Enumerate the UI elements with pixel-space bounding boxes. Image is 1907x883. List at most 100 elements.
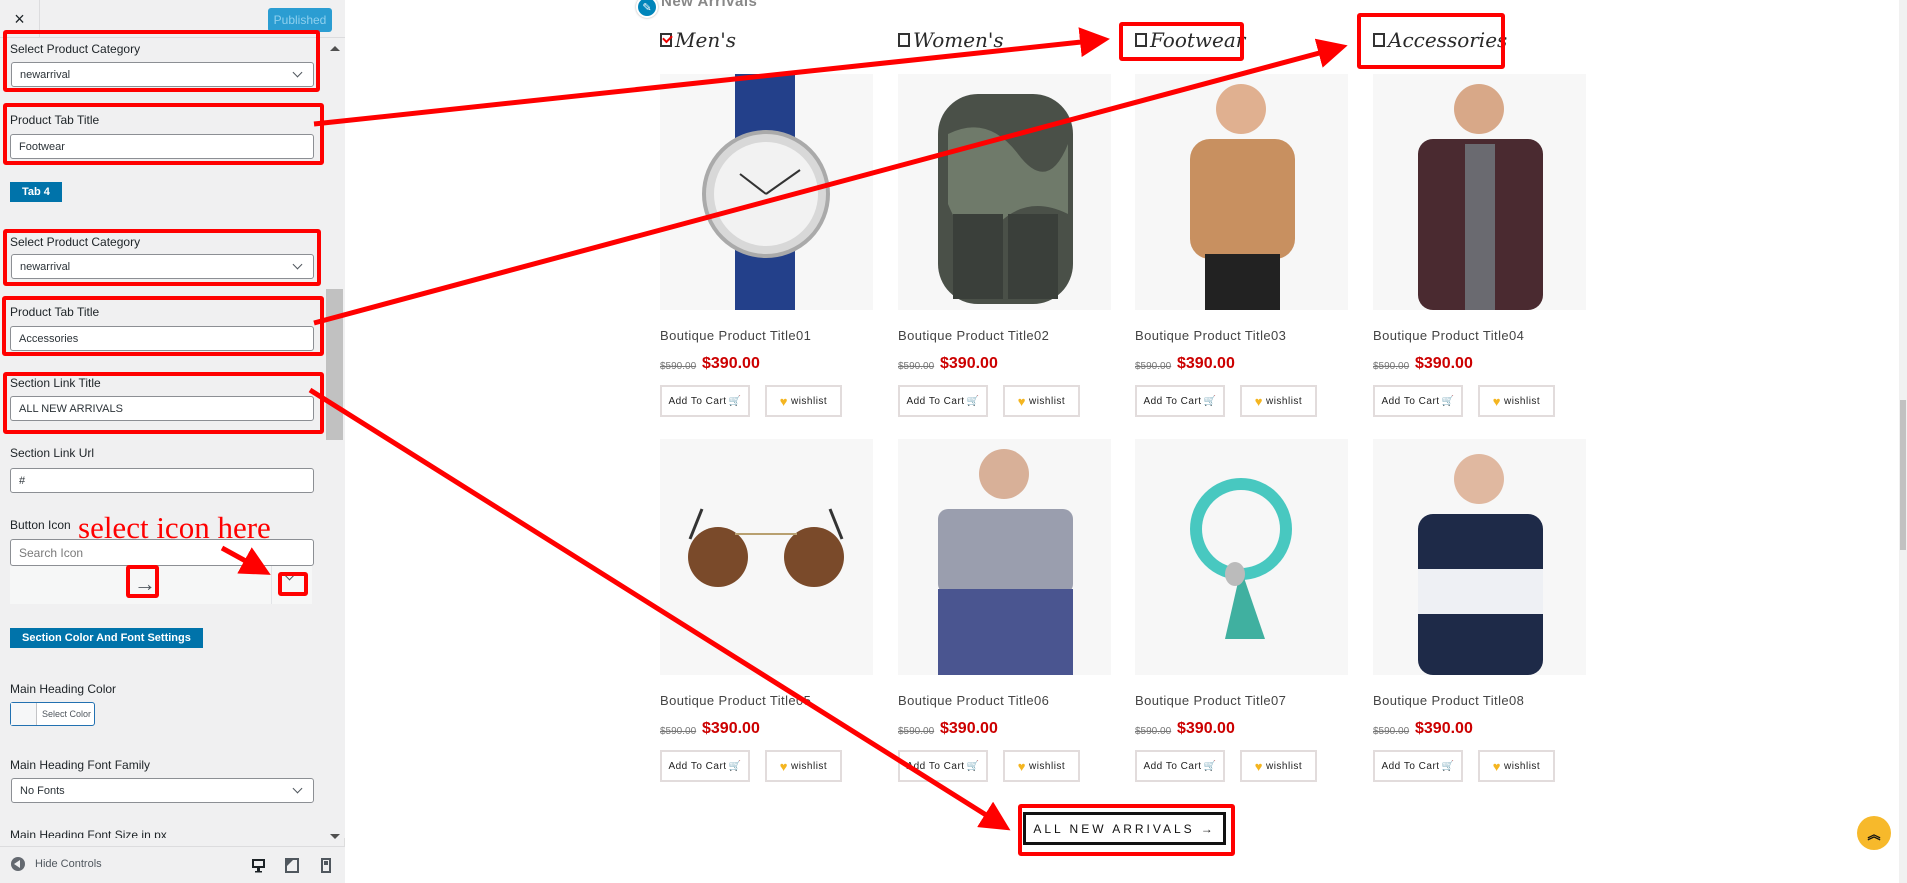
- tab-title-input-tab4[interactable]: Accessories: [10, 326, 314, 351]
- product-image-watch[interactable]: [660, 74, 873, 310]
- add-to-cart-label: Add To Cart: [1143, 760, 1202, 772]
- arrow-right-icon[interactable]: →: [134, 571, 156, 597]
- close-icon: ×: [14, 8, 25, 29]
- product-card: Boutique Product Title02 $590.00 $390.00 Ad…: [898, 74, 1111, 417]
- wishlist-label: wishlist: [1028, 395, 1066, 407]
- add-to-cart-label: Add To Cart: [668, 760, 727, 772]
- collapse-icon: [11, 857, 25, 871]
- product-image-camo-backpack[interactable]: [898, 74, 1111, 310]
- heart-icon: ♥: [779, 393, 788, 409]
- product-image-man-bomber-jacket[interactable]: [898, 439, 1111, 675]
- category-select-tab3[interactable]: newarrival: [11, 62, 314, 87]
- scroll-up-arrow-icon[interactable]: [330, 46, 340, 51]
- product-title[interactable]: Boutique Product Title08: [1373, 693, 1524, 708]
- controls-panel: Select Product Category newarrival Produ…: [0, 38, 324, 838]
- icon-picker: →: [10, 566, 312, 604]
- product-title[interactable]: Boutique Product Title02: [898, 328, 1049, 343]
- desktop-preview-button[interactable]: [250, 857, 266, 873]
- annotation-label: select icon here: [78, 510, 271, 545]
- add-to-cart-button[interactable]: Add To Cart 🛒: [1373, 385, 1463, 417]
- wishlist-button[interactable]: ♥ wishlist: [1003, 385, 1080, 417]
- wishlist-button[interactable]: ♥ wishlist: [1240, 385, 1317, 417]
- product-image-art: [688, 508, 844, 587]
- mobile-icon: [321, 857, 331, 873]
- color-swatch: [11, 703, 37, 725]
- hide-controls-button[interactable]: Hide Controls: [11, 857, 102, 871]
- sidebar-scrollbar[interactable]: [324, 38, 345, 839]
- product-old-price: $590.00: [1373, 361, 1410, 372]
- chevron-down-icon: [292, 783, 303, 794]
- customizer-sidebar: × Published Select Product Category newa…: [0, 0, 345, 883]
- scroll-down-arrow-icon[interactable]: [330, 834, 340, 839]
- scroll-to-top-button[interactable]: ︽: [1857, 816, 1891, 850]
- product-image-woman-striped-top[interactable]: [1373, 439, 1586, 675]
- wishlist-button[interactable]: ♥ wishlist: [1240, 750, 1317, 782]
- wishlist-button[interactable]: ♥ wishlist: [765, 385, 842, 417]
- cart-icon: 🛒: [1203, 395, 1217, 407]
- product-image-art: [1190, 478, 1292, 639]
- product-card: Boutique Product Title04 $590.00 $390.00 Ad…: [1373, 74, 1586, 417]
- sidebar-scrollbar-thumb[interactable]: [326, 289, 343, 440]
- section-link-title-input[interactable]: ALL NEW ARRIVALS: [10, 396, 314, 421]
- published-button[interactable]: Published: [268, 8, 332, 32]
- cart-icon: 🛒: [1203, 760, 1217, 772]
- wishlist-button[interactable]: ♥ wishlist: [1478, 750, 1555, 782]
- select-value: No Fonts: [20, 784, 65, 797]
- divider: [271, 566, 272, 604]
- tablet-preview-button[interactable]: [284, 857, 300, 873]
- tab-accessories[interactable]: Accessories: [1373, 28, 1507, 52]
- main-heading-font-select[interactable]: No Fonts: [11, 778, 314, 803]
- product-image-woman-ruffle-blouse[interactable]: [1135, 74, 1348, 310]
- wishlist-button[interactable]: ♥ wishlist: [1003, 750, 1080, 782]
- icon-dropdown-chevron-icon[interactable]: [284, 570, 295, 581]
- add-to-cart-button[interactable]: Add To Cart 🛒: [660, 385, 750, 417]
- mobile-preview-button[interactable]: [318, 857, 334, 873]
- tab-title-input-tab3[interactable]: Footwear: [10, 134, 314, 159]
- product-image-man-plaid-shirt[interactable]: [1373, 74, 1586, 310]
- wishlist-button[interactable]: ♥ wishlist: [1478, 385, 1555, 417]
- product-title[interactable]: Boutique Product Title03: [1135, 328, 1286, 343]
- product-title[interactable]: Boutique Product Title06: [898, 693, 1049, 708]
- add-to-cart-button[interactable]: Add To Cart 🛒: [1373, 750, 1463, 782]
- wishlist-label: wishlist: [1265, 760, 1303, 772]
- category-label: Select Product Category: [10, 235, 141, 249]
- wishlist-label: wishlist: [1265, 395, 1303, 407]
- product-image-aviator-sunglasses[interactable]: [660, 439, 873, 675]
- double-chevron-up-icon: ︽: [1867, 826, 1881, 842]
- add-to-cart-button[interactable]: Add To Cart 🛒: [898, 385, 988, 417]
- customizer-footer: Hide Controls: [0, 846, 345, 883]
- product-image-turquoise-bracelet[interactable]: [1135, 439, 1348, 675]
- tab-womens[interactable]: Women's: [898, 28, 1004, 52]
- product-old-price: $590.00: [898, 726, 935, 737]
- tab-4-button[interactable]: Tab 4: [10, 182, 62, 202]
- add-to-cart-label: Add To Cart: [906, 395, 965, 407]
- product-image-art: [1190, 84, 1295, 310]
- cart-icon: 🛒: [1441, 760, 1455, 772]
- category-select-tab4[interactable]: newarrival: [11, 254, 314, 279]
- cart-icon: 🛒: [1441, 395, 1455, 407]
- all-new-arrivals-button[interactable]: ALL NEW ARRIVALS →: [1023, 812, 1226, 845]
- preview-scrollbar-thumb[interactable]: [1900, 400, 1906, 550]
- product-title[interactable]: Boutique Product Title01: [660, 328, 811, 343]
- customizer-header: × Published: [0, 0, 345, 38]
- product-title[interactable]: Boutique Product Title07: [1135, 693, 1286, 708]
- preview-scrollbar[interactable]: [1899, 0, 1907, 883]
- tab-mens[interactable]: Men's: [660, 28, 736, 52]
- section-link-url-input[interactable]: #: [10, 468, 314, 493]
- section-color-font-settings-button[interactable]: Section Color And Font Settings: [10, 628, 203, 648]
- wishlist-label: wishlist: [790, 395, 828, 407]
- product-image-art: [938, 449, 1073, 675]
- add-to-cart-label: Add To Cart: [668, 395, 727, 407]
- product-title[interactable]: Boutique Product Title04: [1373, 328, 1524, 343]
- add-to-cart-button[interactable]: Add To Cart 🛒: [1135, 750, 1225, 782]
- add-to-cart-button[interactable]: Add To Cart 🛒: [660, 750, 750, 782]
- tab-footwear[interactable]: Footwear: [1135, 28, 1245, 52]
- add-to-cart-button[interactable]: Add To Cart 🛒: [1135, 385, 1225, 417]
- select-color-button[interactable]: Select Color: [10, 702, 95, 726]
- main-heading-font-size-label: Main Heading Font Size in px: [10, 828, 167, 838]
- product-old-price: $590.00: [660, 361, 697, 372]
- wishlist-button[interactable]: ♥ wishlist: [765, 750, 842, 782]
- product-title[interactable]: Boutique Product Title05: [660, 693, 811, 708]
- close-customizer-button[interactable]: ×: [0, 0, 40, 38]
- add-to-cart-button[interactable]: Add To Cart 🛒: [898, 750, 988, 782]
